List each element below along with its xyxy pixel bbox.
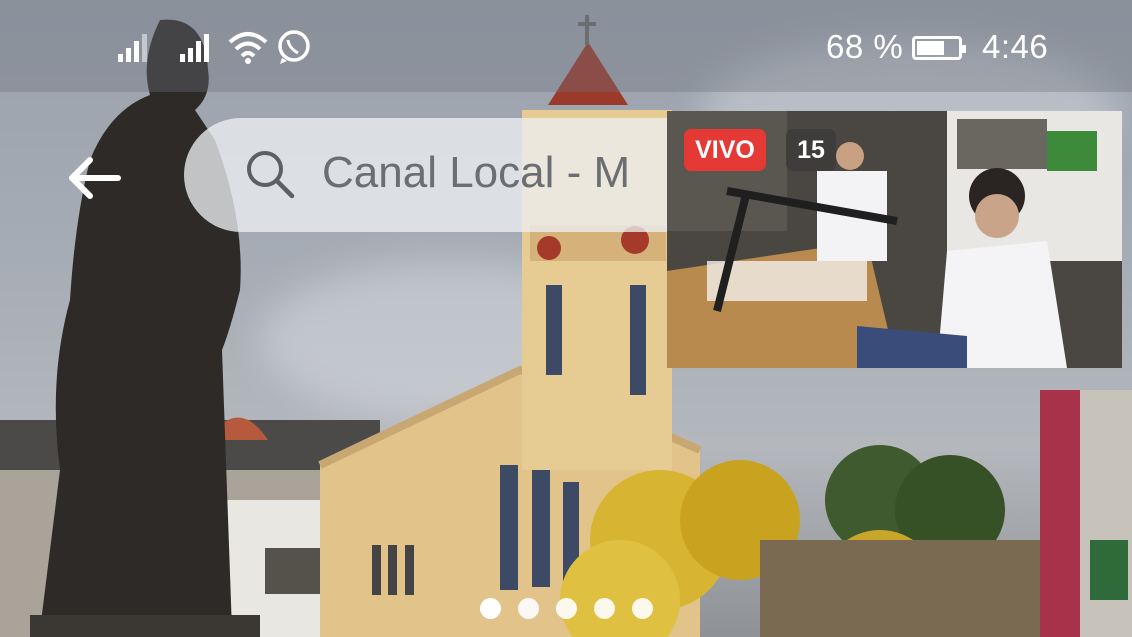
signal-strength-icon <box>118 34 209 62</box>
carousel-dot[interactable] <box>556 598 577 619</box>
whatsapp-icon <box>278 30 310 64</box>
viewer-count-badge: 15 <box>786 129 836 171</box>
battery-fill <box>917 41 944 55</box>
battery-percentage: 68 % <box>826 28 904 65</box>
carousel-dot[interactable] <box>518 598 539 619</box>
wifi-icon <box>228 32 268 64</box>
search-icon[interactable] <box>244 148 296 200</box>
search-query[interactable]: Canal Local - M <box>322 148 630 198</box>
clock: 4:46 <box>982 28 1049 65</box>
carousel-indicator <box>480 598 653 619</box>
battery-nub <box>962 45 966 53</box>
carousel-dot[interactable] <box>632 598 653 619</box>
battery-icon <box>912 36 966 60</box>
carousel-dot[interactable] <box>594 598 615 619</box>
live-badge: VIVO <box>684 129 766 171</box>
back-arrow-icon[interactable] <box>66 156 122 200</box>
carousel-dot[interactable] <box>480 598 501 619</box>
